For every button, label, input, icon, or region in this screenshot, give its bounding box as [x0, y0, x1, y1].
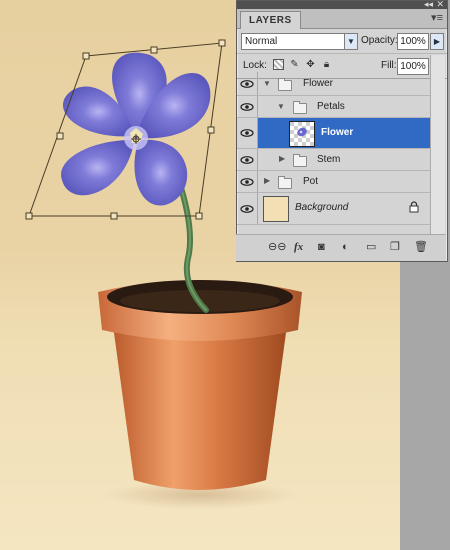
layer-name: Background [295, 202, 349, 213]
collapse-icon[interactable]: ◂◂ [424, 0, 433, 9]
panel-menu-icon[interactable]: ▾≡ [431, 12, 443, 24]
layer-row-petals-group[interactable]: ▼ Petals [237, 96, 431, 118]
layer-thumbnail [289, 121, 315, 147]
panel-tab-bar: LAYERS ▾≡ [237, 9, 447, 29]
blend-mode-select[interactable]: Normal ▼ [241, 33, 358, 50]
layers-scrollbar[interactable] [430, 55, 445, 235]
folder-icon [278, 176, 292, 189]
collapsed-triangle-icon[interactable]: ▶ [279, 154, 285, 163]
collapsed-triangle-icon[interactable]: ▶ [264, 176, 270, 185]
layer-row-stem-group[interactable]: ▶ Stem [237, 149, 431, 171]
pot-body [112, 318, 288, 490]
layer-name: Stem [317, 154, 341, 165]
blend-row: Normal ▼ Opacity: 100% ▶ [237, 29, 447, 54]
lock-all-icon[interactable]: 🔒︎ [321, 59, 332, 70]
tab-layers[interactable]: LAYERS [240, 11, 301, 29]
opacity-label: Opacity: [361, 35, 398, 46]
new-group-icon[interactable]: ▭ [366, 241, 376, 253]
fx-icon[interactable]: fx [294, 241, 303, 253]
layers-panel: ◂◂ ✕ LAYERS ▾≡ Normal ▼ Opacity: 100% ▶ … [236, 0, 448, 262]
layer-name: Flower [321, 127, 354, 138]
folder-icon [293, 101, 307, 114]
eye-icon[interactable] [237, 171, 258, 192]
trash-icon[interactable]: 🗑 [414, 241, 428, 253]
lock-icon [409, 201, 419, 216]
eye-icon[interactable] [237, 72, 258, 95]
layers-panel-footer: ⊖⊖ fx ◙ ◐ ▭ ❐ 🗑 [236, 234, 446, 261]
folder-icon [278, 78, 292, 91]
lock-transparent-icon[interactable] [273, 59, 284, 70]
panel-title-bar[interactable]: ◂◂ ✕ [237, 0, 447, 9]
layer-row-flower-group[interactable]: ▼ Flower [237, 72, 431, 96]
background-thumbnail [263, 196, 289, 222]
lock-move-icon[interactable]: ✥ [305, 59, 316, 70]
new-layer-icon[interactable]: ❐ [390, 241, 400, 253]
eye-icon[interactable] [237, 96, 258, 117]
folder-icon [293, 154, 307, 167]
adjustment-icon[interactable]: ◐ [342, 241, 349, 253]
flower-head [61, 52, 211, 206]
eye-icon[interactable] [237, 149, 258, 170]
eye-icon[interactable] [237, 118, 258, 148]
expand-triangle-icon[interactable]: ▼ [277, 102, 285, 111]
layer-row-flower-selected[interactable]: Flower [237, 118, 431, 149]
lock-label: Lock: [243, 60, 267, 71]
mask-icon[interactable]: ◙ [318, 241, 325, 253]
link-icon[interactable]: ⊖⊖ [268, 241, 286, 253]
fill-label: Fill: [381, 60, 397, 71]
lock-paint-icon[interactable]: ✎ [289, 59, 300, 70]
opacity-slider-arrow-icon[interactable]: ▶ [430, 33, 444, 50]
layer-name: Petals [317, 101, 345, 112]
opacity-input[interactable]: 100% [397, 33, 429, 50]
layer-row-pot-group[interactable]: ▶ Pot [237, 171, 431, 193]
layer-name: Pot [303, 176, 319, 187]
expand-triangle-icon[interactable]: ▼ [263, 79, 271, 88]
close-icon[interactable]: ✕ [436, 0, 444, 9]
layer-name: Flower [303, 78, 334, 89]
blend-mode-value: Normal [245, 36, 278, 47]
layer-row-background[interactable]: Background [237, 193, 431, 225]
eye-icon[interactable] [237, 193, 258, 224]
chevron-down-icon[interactable]: ▼ [344, 34, 357, 49]
